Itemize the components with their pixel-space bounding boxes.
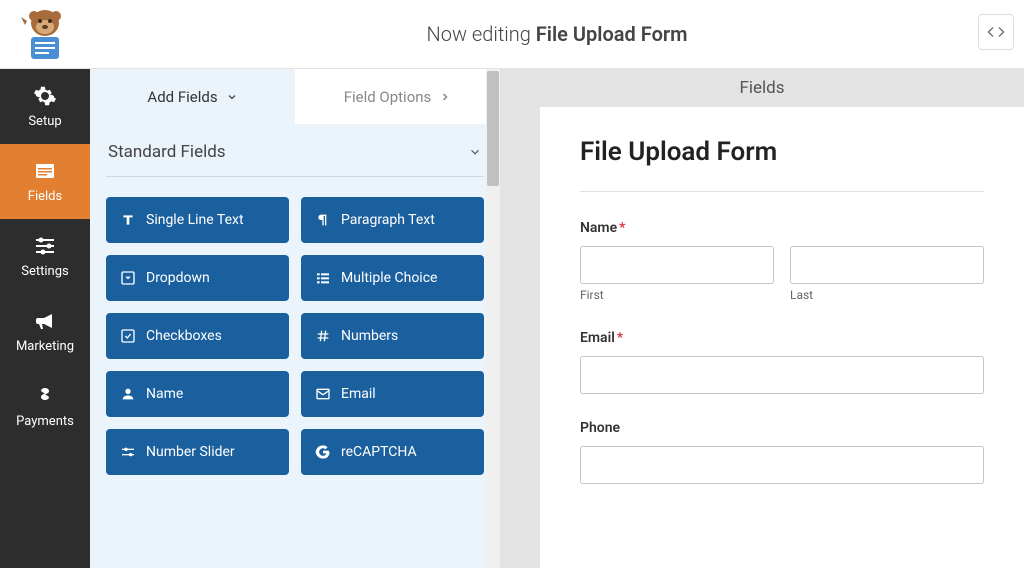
megaphone-icon: [33, 309, 57, 333]
sidebar-label: Settings: [21, 264, 68, 279]
chevron-right-icon: [439, 91, 451, 103]
embed-button[interactable]: [978, 14, 1014, 50]
check-square-icon: [120, 328, 136, 344]
user-icon: [120, 386, 136, 402]
tab-field-options[interactable]: Field Options: [295, 69, 500, 124]
paragraph-icon: [315, 212, 331, 228]
sidebar-label: Marketing: [16, 339, 74, 354]
left-sidebar: Setup Fields Settings Marketing Payments: [0, 69, 90, 568]
google-icon: [315, 444, 331, 460]
fields-panel: Add Fields Field Options Standard Fields…: [90, 69, 500, 568]
form-icon: [33, 159, 57, 183]
email-label: Email*: [580, 330, 984, 346]
preview-header: Fields: [500, 69, 1024, 107]
form-preview: File Upload Form Name* First Last: [540, 107, 1024, 568]
app-logo: [0, 7, 90, 61]
first-name-input[interactable]: [580, 246, 774, 284]
dollar-icon: [33, 384, 57, 408]
field-email[interactable]: Email: [301, 371, 484, 417]
list-icon: [315, 270, 331, 286]
slider-icon: [120, 444, 136, 460]
tab-add-fields[interactable]: Add Fields: [90, 69, 295, 124]
group-standard-fields[interactable]: Standard Fields: [106, 124, 484, 177]
header-title: Now editing File Upload Form: [90, 22, 1024, 46]
panel-tabs: Add Fields Field Options: [90, 69, 500, 124]
preview-field-phone[interactable]: Phone: [580, 420, 984, 484]
first-sublabel: First: [580, 288, 774, 302]
scrollbar-track[interactable]: [486, 69, 500, 568]
hashtag-icon: [315, 328, 331, 344]
text-icon: [120, 212, 136, 228]
envelope-icon: [315, 386, 331, 402]
preview-field-name[interactable]: Name* First Last: [580, 220, 984, 302]
field-checkboxes[interactable]: Checkboxes: [106, 313, 289, 359]
field-dropdown[interactable]: Dropdown: [106, 255, 289, 301]
last-name-input[interactable]: [790, 246, 984, 284]
phone-input[interactable]: [580, 446, 984, 484]
sidebar-label: Payments: [16, 414, 74, 429]
sliders-icon: [33, 234, 57, 258]
sidebar-item-fields[interactable]: Fields: [0, 144, 90, 219]
field-single-line-text[interactable]: Single Line Text: [106, 197, 289, 243]
field-numbers[interactable]: Numbers: [301, 313, 484, 359]
sidebar-item-payments[interactable]: Payments: [0, 369, 90, 444]
sidebar-label: Setup: [28, 114, 61, 129]
sidebar-item-marketing[interactable]: Marketing: [0, 294, 90, 369]
preview-field-email[interactable]: Email*: [580, 330, 984, 394]
name-label: Name*: [580, 220, 984, 236]
field-number-slider[interactable]: Number Slider: [106, 429, 289, 475]
field-name[interactable]: Name: [106, 371, 289, 417]
caret-square-icon: [120, 270, 136, 286]
email-input[interactable]: [580, 356, 984, 394]
sidebar-item-settings[interactable]: Settings: [0, 219, 90, 294]
field-multiple-choice[interactable]: Multiple Choice: [301, 255, 484, 301]
last-sublabel: Last: [790, 288, 984, 302]
sidebar-label: Fields: [28, 189, 62, 204]
scrollbar-thumb[interactable]: [487, 71, 499, 186]
form-divider: [580, 191, 984, 192]
field-recaptcha[interactable]: reCAPTCHA: [301, 429, 484, 475]
chevron-down-icon: [468, 145, 482, 159]
chevron-down-icon: [226, 91, 238, 103]
field-grid: Single Line Text Paragraph Text Dropdown…: [106, 197, 484, 475]
field-paragraph-text[interactable]: Paragraph Text: [301, 197, 484, 243]
gear-icon: [33, 84, 57, 108]
sidebar-item-setup[interactable]: Setup: [0, 69, 90, 144]
phone-label: Phone: [580, 420, 984, 436]
preview-panel: Fields File Upload Form Name* First: [500, 69, 1024, 568]
top-header: Now editing File Upload Form: [0, 0, 1024, 69]
form-title[interactable]: File Upload Form: [580, 137, 984, 167]
